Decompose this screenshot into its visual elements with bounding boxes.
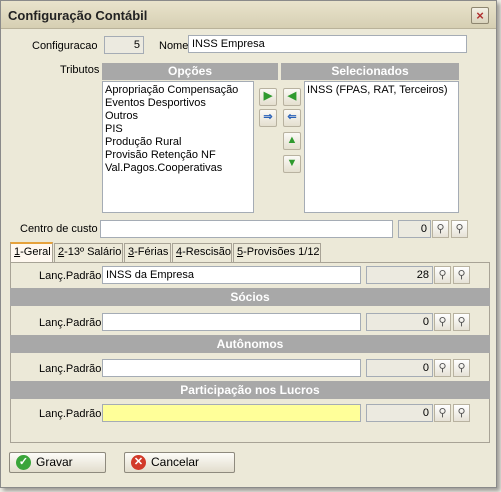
nome-input[interactable]: INSS Empresa (188, 35, 467, 53)
title-bar: Configuração Contábil × (1, 1, 496, 29)
socios-browse-button[interactable]: ⚲ (453, 313, 470, 331)
lanc-padrao-code: 28 (366, 266, 433, 284)
magnifier-icon: ⚲ (438, 316, 447, 328)
opcoes-list[interactable]: Apropriação Compensação Eventos Desporti… (102, 81, 254, 213)
socios-lanc-code: 0 (366, 313, 433, 331)
lanc-padrao-search-button[interactable]: ⚲ (434, 266, 451, 284)
selecionados-list[interactable]: INSS (FPAS, RAT, Terceiros) (304, 81, 459, 213)
magnifier-small-icon: ⚲ (455, 223, 464, 235)
section-autonomos: Autônomos (10, 335, 490, 353)
participacao-search-button[interactable]: ⚲ (434, 404, 451, 422)
autonomos-search-button[interactable]: ⚲ (434, 359, 451, 377)
list-item[interactable]: Provisão Retenção NF (105, 149, 251, 162)
magnifier-small-icon: ⚲ (457, 316, 466, 328)
centro-custo-input[interactable] (100, 220, 393, 238)
autonomos-lanc-code: 0 (366, 359, 433, 377)
save-button-label: Gravar (36, 455, 73, 469)
list-item[interactable]: Outros (105, 110, 251, 123)
remove-all-button[interactable]: ⇐ (283, 109, 301, 127)
save-button[interactable]: ✓ Gravar (9, 452, 106, 473)
arrow-right-icon: ▶ (263, 90, 273, 102)
config-label: Configuracao (32, 40, 98, 52)
magnifier-icon: ⚲ (438, 407, 447, 419)
close-button[interactable]: × (471, 7, 489, 24)
tab-rescisao[interactable]: 4-Rescisão (172, 243, 232, 262)
config-contabil-window: Configuração Contábil × Configuracao 5 N… (0, 0, 497, 488)
participacao-lanc-input[interactable] (102, 404, 361, 422)
tab-geral[interactable]: 1-Geral (10, 242, 53, 263)
arrow-up-icon: ▲ (286, 134, 298, 146)
list-item[interactable]: Eventos Desportivos (105, 97, 251, 110)
cancel-button[interactable]: ✕ Cancelar (124, 452, 235, 473)
magnifier-small-icon: ⚲ (457, 362, 466, 374)
lanc-padrao-input[interactable]: INSS da Empresa (102, 266, 361, 284)
section-participacao-lucros: Participação nos Lucros (10, 381, 490, 399)
tributos-label: Tributos (60, 64, 100, 76)
config-id-field: 5 (104, 36, 144, 54)
socios-lanc-input[interactable] (102, 313, 361, 331)
magnifier-small-icon: ⚲ (457, 269, 466, 281)
list-item[interactable]: Apropriação Compensação (105, 84, 251, 97)
magnifier-icon: ⚲ (436, 223, 445, 235)
lanc-padrao-browse-button[interactable]: ⚲ (453, 266, 470, 284)
cancel-button-label: Cancelar (151, 455, 200, 469)
cancel-icon: ✕ (131, 455, 146, 470)
list-item[interactable]: Val.Pagos.Cooperativas (105, 162, 251, 175)
tab-label: -Férias (134, 246, 169, 258)
lanc-padrao-label: Lanç.Padrão (39, 270, 102, 282)
list-item[interactable]: INSS (FPAS, RAT, Terceiros) (307, 84, 456, 97)
centro-custo-code: 0 (398, 220, 431, 238)
tab-label: -Geral (20, 246, 51, 258)
tab-label: -13º Salário (64, 246, 122, 258)
selecionados-header: Selecionados (281, 63, 459, 80)
arrow-right-all-icon: ⇒ (263, 111, 273, 123)
add-all-button[interactable]: ⇒ (259, 109, 277, 127)
check-icon: ✓ (16, 455, 31, 470)
section-socios: Sócios (10, 288, 490, 306)
participacao-browse-button[interactable]: ⚲ (453, 404, 470, 422)
magnifier-icon: ⚲ (438, 362, 447, 374)
tab-13-salario[interactable]: 2-13º Salário (54, 243, 123, 262)
lanc-padrao-label: Lanç.Padrão (39, 408, 102, 420)
arrow-left-all-icon: ⇐ (287, 111, 297, 123)
remove-one-button[interactable]: ◀ (283, 88, 301, 106)
centro-custo-browse-button[interactable]: ⚲ (451, 220, 468, 238)
opcoes-header: Opções (102, 63, 278, 80)
move-up-button[interactable]: ▲ (283, 132, 301, 150)
add-one-button[interactable]: ▶ (259, 88, 277, 106)
socios-search-button[interactable]: ⚲ (434, 313, 451, 331)
list-item[interactable]: PIS (105, 123, 251, 136)
tab-provisoes[interactable]: 5-Provisões 1/12 (233, 243, 321, 262)
tab-label: -Provisões 1/12 (243, 246, 320, 258)
window-title: Configuração Contábil (8, 8, 148, 23)
tab-label: -Rescisão (182, 246, 232, 258)
centro-custo-label: Centro de custo (20, 223, 98, 235)
arrow-left-icon: ◀ (287, 90, 297, 102)
magnifier-icon: ⚲ (438, 269, 447, 281)
lanc-padrao-label: Lanç.Padrão (39, 317, 102, 329)
move-down-button[interactable]: ▼ (283, 155, 301, 173)
nome-label: Nome (159, 40, 189, 52)
autonomos-lanc-input[interactable] (102, 359, 361, 377)
participacao-lanc-code: 0 (366, 404, 433, 422)
centro-custo-search-button[interactable]: ⚲ (432, 220, 449, 238)
magnifier-small-icon: ⚲ (457, 407, 466, 419)
tab-ferias[interactable]: 3-Férias (124, 243, 171, 262)
arrow-down-icon: ▼ (286, 157, 298, 169)
list-item[interactable]: Produção Rural (105, 136, 251, 149)
lanc-padrao-label: Lanç.Padrão (39, 363, 102, 375)
autonomos-browse-button[interactable]: ⚲ (453, 359, 470, 377)
